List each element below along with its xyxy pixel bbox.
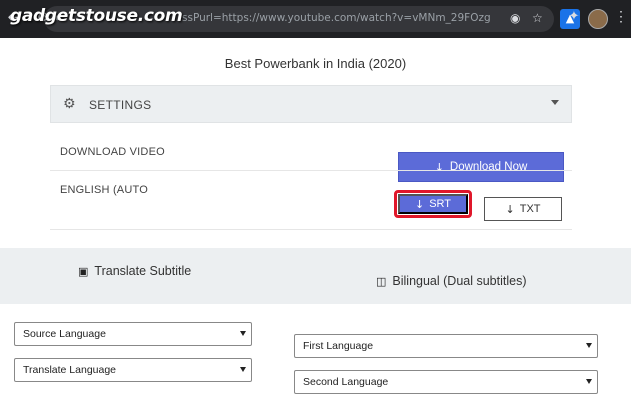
tab-translate-subtitle[interactable]: ▣ Translate Subtitle bbox=[78, 264, 191, 278]
kebab-menu-icon[interactable]: ⋮ bbox=[614, 8, 628, 25]
bilingual-icon: ◫ bbox=[376, 274, 387, 288]
url-text[interactable]: ssPurl=https://www.youtube.com/watch?v=v… bbox=[182, 12, 491, 24]
row-divider bbox=[50, 170, 572, 171]
subtitle-tabs: ▣ Translate Subtitle ◫ Bilingual (Dual s… bbox=[0, 248, 631, 304]
tab-bilingual-label: Bilingual (Dual subtitles) bbox=[392, 274, 527, 288]
download-video-label: DOWNLOAD VIDEO bbox=[60, 146, 165, 158]
download-now-label: Download Now bbox=[449, 161, 528, 173]
settings-label: SETTINGS bbox=[89, 98, 152, 112]
translate-language-select[interactable]: Translate Language bbox=[14, 358, 252, 382]
watermark-text: gadgetstouse.com bbox=[10, 6, 183, 26]
tab-translate-label: Translate Subtitle bbox=[94, 264, 192, 278]
gear-icon: ⚙ bbox=[63, 96, 76, 112]
star-icon[interactable]: ☆ bbox=[532, 11, 543, 25]
download-arrow-icon: ↓ bbox=[414, 197, 425, 211]
translate-icon: ▣ bbox=[78, 264, 89, 278]
download-arrow-icon: ↓ bbox=[434, 160, 444, 174]
source-language-select[interactable]: Source Language bbox=[14, 322, 252, 346]
download-arrow-icon: ↓ bbox=[505, 202, 515, 216]
chevron-down-icon bbox=[586, 379, 592, 384]
caret-down-icon[interactable] bbox=[551, 100, 559, 105]
settings-panel[interactable]: ⚙ SETTINGS bbox=[50, 85, 572, 123]
puzzle-icon[interactable]: ✦ bbox=[564, 9, 584, 29]
srt-label: SRT bbox=[429, 198, 452, 210]
row-divider bbox=[50, 229, 572, 230]
browser-toolbar: ● ssPurl=https://www.youtube.com/watch?v… bbox=[0, 0, 631, 38]
second-language-value: Second Language bbox=[303, 376, 389, 388]
video-title: Best Powerbank in India (2020) bbox=[224, 56, 407, 71]
txt-download-button[interactable]: ↓ TXT bbox=[484, 197, 562, 221]
watermark-logo: ← ⟳ gadgetstouse.com bbox=[4, 4, 183, 34]
chevron-down-icon bbox=[240, 331, 246, 336]
tab-bilingual[interactable]: ◫ Bilingual (Dual subtitles) bbox=[376, 274, 527, 288]
english-auto-label: ENGLISH (AUTO bbox=[60, 184, 148, 196]
second-language-select[interactable]: Second Language bbox=[294, 370, 598, 394]
txt-label: TXT bbox=[519, 203, 541, 215]
srt-download-button[interactable]: ↓ SRT bbox=[398, 194, 468, 214]
source-language-value: Source Language bbox=[23, 328, 106, 340]
first-language-value: First Language bbox=[303, 340, 374, 352]
first-language-select[interactable]: First Language bbox=[294, 334, 598, 358]
circle-icon[interactable]: ◉ bbox=[510, 11, 520, 25]
download-now-button[interactable]: ↓ Download Now bbox=[398, 152, 564, 182]
chevron-down-icon bbox=[586, 343, 592, 348]
avatar[interactable] bbox=[588, 9, 608, 29]
translate-language-value: Translate Language bbox=[23, 364, 117, 376]
chevron-down-icon bbox=[240, 367, 246, 372]
